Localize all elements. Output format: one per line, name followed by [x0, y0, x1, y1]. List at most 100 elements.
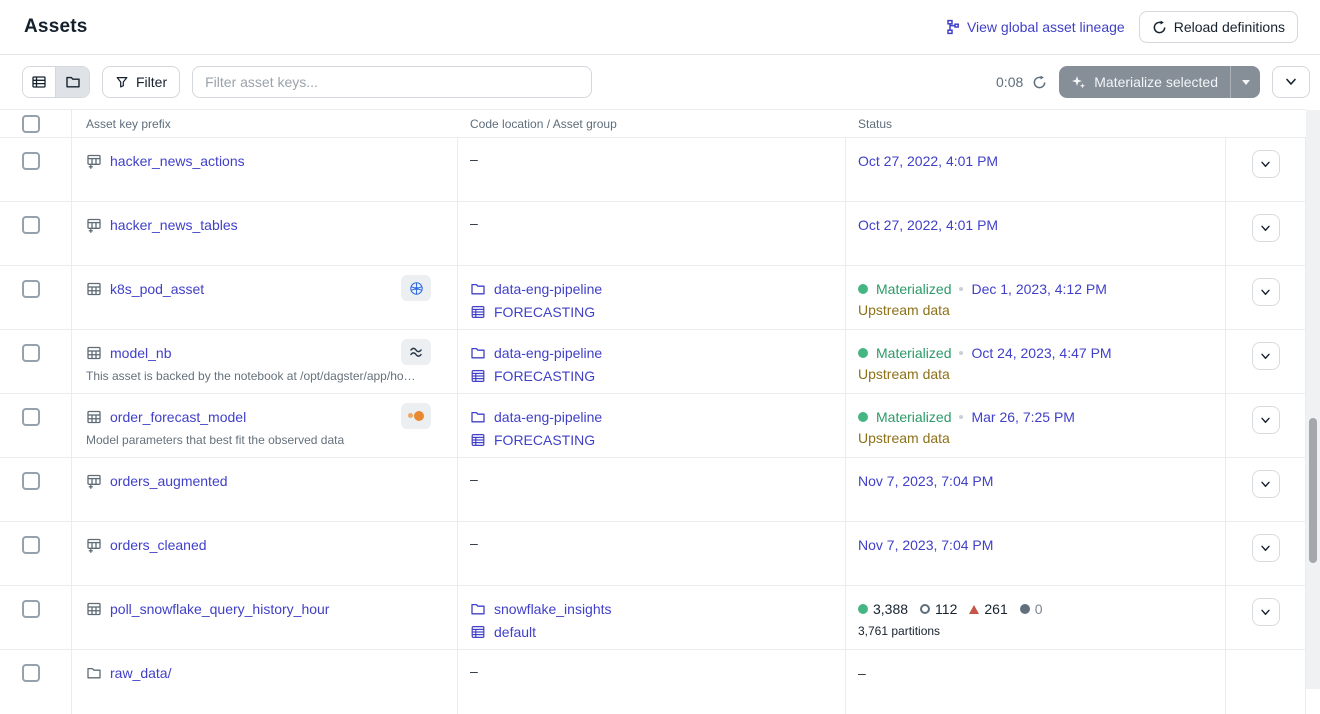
- empty-value: –: [470, 471, 478, 487]
- asset-group-link[interactable]: FORECASTING: [470, 302, 833, 322]
- row-expand-button[interactable]: [1252, 214, 1280, 242]
- row-expand-button[interactable]: [1252, 278, 1280, 306]
- table-row: poll_snowflake_query_history_hour snowfl…: [0, 586, 1306, 650]
- upstream-data-note: Upstream data: [858, 302, 1213, 318]
- asset-group-link[interactable]: FORECASTING: [470, 366, 833, 386]
- materialization-date-link[interactable]: Nov 7, 2023, 7:04 PM: [858, 473, 993, 489]
- empty-value: –: [470, 535, 478, 551]
- status-label: Materialized: [876, 281, 951, 297]
- materialized-dot-icon: [858, 348, 868, 358]
- code-location-link[interactable]: data-eng-pipeline: [470, 407, 833, 427]
- row-checkbox[interactable]: [22, 408, 40, 426]
- scrollbar-thumb[interactable]: [1309, 418, 1317, 563]
- asset-description: Model parameters that best fit the obser…: [86, 433, 431, 447]
- materialization-date-link[interactable]: Dec 1, 2023, 4:12 PM: [971, 281, 1106, 297]
- materialized-dot-icon: [858, 604, 868, 614]
- asset-group-link[interactable]: FORECASTING: [470, 430, 833, 450]
- refresh-now-button[interactable]: [1032, 75, 1047, 90]
- row-expand-button[interactable]: [1252, 470, 1280, 498]
- table-plus-icon: [86, 537, 102, 553]
- row-checkbox[interactable]: [22, 344, 40, 362]
- materialization-date-link[interactable]: Mar 26, 7:25 PM: [971, 409, 1075, 425]
- compute-kind-badge: [401, 339, 431, 365]
- row-checkbox[interactable]: [22, 536, 40, 554]
- row-checkbox[interactable]: [22, 664, 40, 682]
- empty-value: –: [470, 663, 478, 679]
- filter-button[interactable]: Filter: [102, 66, 180, 98]
- code-location-link[interactable]: data-eng-pipeline: [470, 279, 833, 299]
- table-row: hacker_news_actions – Oct 27, 2022, 4:01…: [0, 138, 1306, 202]
- row-checkbox[interactable]: [22, 280, 40, 298]
- asset-link[interactable]: hacker_news_tables: [110, 217, 238, 233]
- empty-value: –: [470, 151, 478, 167]
- search-input[interactable]: [192, 66, 592, 98]
- materialization-date-link[interactable]: Oct 24, 2023, 4:47 PM: [971, 345, 1111, 361]
- noteable-icon: [408, 345, 424, 359]
- failed-count: 261: [969, 601, 1007, 617]
- observed-circle-icon: [920, 604, 930, 614]
- row-checkbox[interactable]: [22, 216, 40, 234]
- empty-value: –: [858, 665, 866, 681]
- asset-link[interactable]: hacker_news_actions: [110, 153, 245, 169]
- column-header-location: Code location / Asset group: [458, 117, 846, 131]
- materialized-dot-icon: [858, 284, 868, 294]
- asset-link[interactable]: poll_snowflake_query_history_hour: [110, 601, 329, 617]
- compute-kind-badge: [401, 403, 431, 429]
- code-location-link[interactable]: data-eng-pipeline: [470, 343, 833, 363]
- table-icon: [86, 601, 102, 617]
- row-expand-button[interactable]: [1252, 406, 1280, 434]
- row-expand-button[interactable]: [1252, 150, 1280, 178]
- asset-link[interactable]: raw_data/: [110, 665, 171, 681]
- missing-count: 0: [1020, 601, 1043, 617]
- table-plus-icon: [86, 473, 102, 489]
- table-header-row: Asset key prefix Code location / Asset g…: [0, 109, 1306, 138]
- observed-count: 112: [920, 601, 957, 617]
- reload-definitions-button[interactable]: Reload definitions: [1139, 11, 1298, 43]
- asset-group-icon: [470, 624, 486, 640]
- list-view-button[interactable]: [23, 67, 56, 97]
- table-row: model_nb This asset is backed by the not…: [0, 330, 1306, 394]
- materialization-date-link[interactable]: Oct 27, 2022, 4:01 PM: [858, 217, 998, 233]
- assets-toolbar: Filter 0:08 Materialize selected: [0, 55, 1320, 109]
- materialize-options-button[interactable]: [1230, 66, 1260, 98]
- materialization-date-link[interactable]: Oct 27, 2022, 4:01 PM: [858, 153, 998, 169]
- row-expand-button[interactable]: [1252, 534, 1280, 562]
- folder-icon: [470, 601, 486, 617]
- asset-link[interactable]: orders_augmented: [110, 473, 228, 489]
- table-icon: [86, 281, 102, 297]
- row-expand-button[interactable]: [1252, 342, 1280, 370]
- row-checkbox[interactable]: [22, 152, 40, 170]
- folder-view-button[interactable]: [56, 67, 89, 97]
- row-expand-button[interactable]: [1252, 598, 1280, 626]
- row-checkbox[interactable]: [22, 472, 40, 490]
- dot-separator: [959, 415, 963, 419]
- materialize-split-button: Materialize selected: [1059, 66, 1260, 98]
- column-header-asset: Asset key prefix: [72, 117, 458, 131]
- row-checkbox[interactable]: [22, 600, 40, 618]
- jupyter-icon: [408, 411, 424, 421]
- asset-link[interactable]: order_forecast_model: [110, 409, 246, 425]
- folder-icon: [470, 281, 486, 297]
- toolbar-expand-button[interactable]: [1272, 66, 1310, 98]
- table-row: orders_augmented – Nov 7, 2023, 7:04 PM: [0, 458, 1306, 522]
- asset-link[interactable]: model_nb: [110, 345, 172, 361]
- asset-link[interactable]: orders_cleaned: [110, 537, 207, 553]
- view-global-asset-lineage-link[interactable]: View global asset lineage: [946, 19, 1125, 35]
- code-location-link[interactable]: snowflake_insights: [470, 599, 833, 619]
- asset-group-link[interactable]: default: [470, 622, 833, 642]
- materialization-date-link[interactable]: Nov 7, 2023, 7:04 PM: [858, 537, 993, 553]
- table-icon: [86, 345, 102, 361]
- materialized-dot-icon: [858, 412, 868, 422]
- caret-down-icon: [1242, 80, 1250, 85]
- materialize-selected-button[interactable]: Materialize selected: [1059, 66, 1230, 98]
- table-row: order_forecast_model Model parameters th…: [0, 394, 1306, 458]
- dot-separator: [959, 351, 963, 355]
- dot-separator: [959, 287, 963, 291]
- asset-description: This asset is backed by the notebook at …: [86, 369, 431, 383]
- asset-link[interactable]: k8s_pod_asset: [110, 281, 204, 297]
- select-all-checkbox[interactable]: [22, 115, 40, 133]
- scrollbar-track[interactable]: [1306, 110, 1320, 689]
- kubernetes-icon: [409, 281, 424, 296]
- table-row: hacker_news_tables – Oct 27, 2022, 4:01 …: [0, 202, 1306, 266]
- table-row: orders_cleaned – Nov 7, 2023, 7:04 PM: [0, 522, 1306, 586]
